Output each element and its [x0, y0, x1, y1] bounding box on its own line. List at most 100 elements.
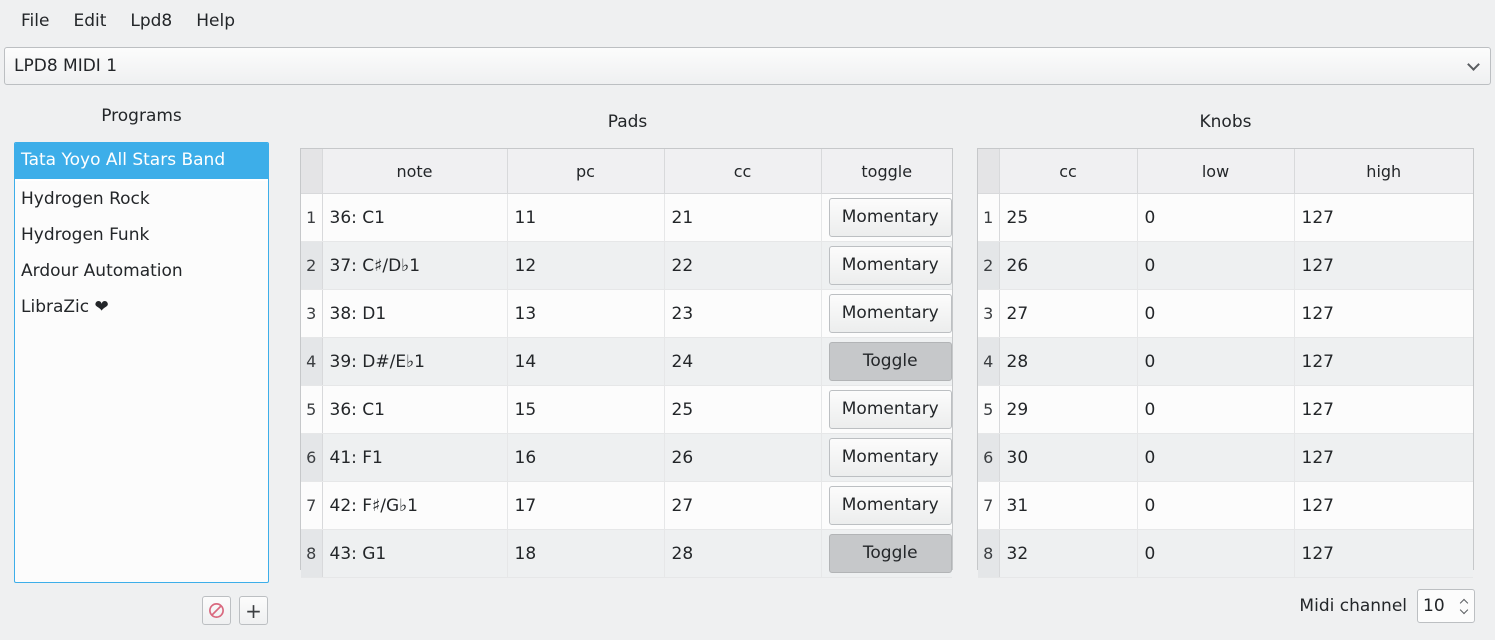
add-program-button[interactable]: + [239, 596, 268, 625]
list-item[interactable]: Tata Yoyo All Stars Band [15, 143, 268, 181]
pad-pc-cell[interactable]: 14 [507, 337, 665, 386]
pad-toggle-button[interactable]: Momentary [828, 390, 952, 429]
table-row[interactable]: 6 30 0 127 [978, 433, 1473, 482]
menu-item-file[interactable]: File [10, 8, 60, 34]
knob-cc-cell[interactable]: 32 [999, 529, 1138, 578]
table-row[interactable]: 3 38: D1 13 23 Momentary [301, 289, 952, 338]
table-row[interactable]: 2 26 0 127 [978, 241, 1473, 290]
pad-cc-cell[interactable]: 28 [664, 529, 822, 578]
knob-high-cell[interactable]: 127 [1294, 337, 1473, 386]
knob-high-cell[interactable]: 127 [1294, 433, 1473, 482]
pad-note-cell[interactable]: 43: G1 [322, 529, 508, 578]
pad-cc-cell[interactable]: 27 [664, 481, 822, 530]
knobs-col-high[interactable]: high [1294, 149, 1473, 194]
pad-note-cell[interactable]: 36: C1 [322, 193, 508, 242]
pad-toggle-button[interactable]: Toggle [828, 342, 952, 381]
knobs-title: Knobs [1199, 112, 1252, 132]
pad-pc-cell[interactable]: 16 [507, 433, 665, 482]
menu-bar: File Edit Lpd8 Help [0, 0, 1495, 42]
knob-cc-cell[interactable]: 31 [999, 481, 1138, 530]
pad-toggle-button[interactable]: Momentary [828, 246, 952, 285]
pad-cc-cell[interactable]: 22 [664, 241, 822, 290]
knob-low-cell[interactable]: 0 [1137, 337, 1295, 386]
knob-low-cell[interactable]: 0 [1137, 529, 1295, 578]
pad-toggle-button[interactable]: Momentary [828, 438, 952, 477]
pads-col-toggle[interactable]: toggle [821, 149, 952, 194]
table-row[interactable]: 7 31 0 127 [978, 481, 1473, 530]
delete-program-button[interactable] [202, 596, 231, 625]
list-item[interactable]: Ardour Automation [15, 253, 268, 289]
table-row[interactable]: 6 41: F1 16 26 Momentary [301, 433, 952, 482]
knob-high-cell[interactable]: 127 [1294, 529, 1473, 578]
knob-cc-cell[interactable]: 28 [999, 337, 1138, 386]
knob-low-cell[interactable]: 0 [1137, 193, 1295, 242]
table-row[interactable]: 5 29 0 127 [978, 385, 1473, 434]
knob-high-cell[interactable]: 127 [1294, 241, 1473, 290]
midi-channel-spinbox[interactable]: 10 [1417, 589, 1475, 623]
knobs-col-cc[interactable]: cc [999, 149, 1138, 194]
table-row[interactable]: 7 42: F♯/G♭1 17 27 Momentary [301, 481, 952, 530]
knobs-col-low[interactable]: low [1137, 149, 1295, 194]
spinner-arrows[interactable] [1460, 600, 1469, 612]
table-row[interactable]: 8 43: G1 18 28 Toggle [301, 529, 952, 578]
table-row[interactable]: 1 25 0 127 [978, 193, 1473, 242]
pad-toggle-button[interactable]: Momentary [828, 198, 952, 237]
pad-cc-cell[interactable]: 21 [664, 193, 822, 242]
pad-note-cell[interactable]: 38: D1 [322, 289, 508, 338]
pad-pc-cell[interactable]: 18 [507, 529, 665, 578]
pad-note-cell[interactable]: 37: C♯/D♭1 [322, 241, 508, 290]
list-item[interactable]: Hydrogen Funk [15, 217, 268, 253]
device-combobox[interactable]: LPD8 MIDI 1 [4, 47, 1491, 85]
pad-cc-cell[interactable]: 24 [664, 337, 822, 386]
pad-note-cell[interactable]: 39: D#/E♭1 [322, 337, 508, 386]
knob-cc-cell[interactable]: 25 [999, 193, 1138, 242]
pad-cc-cell[interactable]: 25 [664, 385, 822, 434]
table-row[interactable]: 3 27 0 127 [978, 289, 1473, 338]
knob-high-cell[interactable]: 127 [1294, 289, 1473, 338]
pad-cc-cell[interactable]: 23 [664, 289, 822, 338]
knob-high-cell[interactable]: 127 [1294, 385, 1473, 434]
pad-note-cell[interactable]: 36: C1 [322, 385, 508, 434]
pads-col-note[interactable]: note [322, 149, 508, 194]
list-item[interactable]: LibraZic ❤ [15, 289, 268, 325]
knob-high-cell[interactable]: 127 [1294, 481, 1473, 530]
table-row[interactable]: 1 36: C1 11 21 Momentary [301, 193, 952, 242]
pad-pc-cell[interactable]: 13 [507, 289, 665, 338]
pad-pc-cell[interactable]: 11 [507, 193, 665, 242]
pad-toggle-button[interactable]: Momentary [828, 486, 952, 525]
pad-pc-cell[interactable]: 17 [507, 481, 665, 530]
pads-col-pc[interactable]: pc [507, 149, 665, 194]
chevron-down-icon[interactable] [1460, 607, 1469, 612]
menu-item-lpd8[interactable]: Lpd8 [119, 8, 183, 34]
menu-item-edit[interactable]: Edit [62, 8, 117, 34]
knob-low-cell[interactable]: 0 [1137, 241, 1295, 290]
knob-low-cell[interactable]: 0 [1137, 433, 1295, 482]
table-row[interactable]: 8 32 0 127 [978, 529, 1473, 578]
pad-note-cell[interactable]: 42: F♯/G♭1 [322, 481, 508, 530]
knob-low-cell[interactable]: 0 [1137, 385, 1295, 434]
table-row[interactable]: 5 36: C1 15 25 Momentary [301, 385, 952, 434]
programs-list[interactable]: Tata Yoyo All Stars Band Hydrogen Rock H… [14, 142, 269, 583]
pad-pc-cell[interactable]: 12 [507, 241, 665, 290]
knob-cc-cell[interactable]: 27 [999, 289, 1138, 338]
pads-col-cc[interactable]: cc [664, 149, 822, 194]
pad-note-cell[interactable]: 41: F1 [322, 433, 508, 482]
list-item[interactable]: Hydrogen Rock [15, 181, 268, 217]
pad-toggle-button[interactable]: Momentary [828, 294, 952, 333]
pad-cc-cell[interactable]: 26 [664, 433, 822, 482]
knob-cc-cell[interactable]: 26 [999, 241, 1138, 290]
knob-low-cell[interactable]: 0 [1137, 481, 1295, 530]
table-row[interactable]: 2 37: C♯/D♭1 12 22 Momentary [301, 241, 952, 290]
chevron-up-icon[interactable] [1460, 600, 1469, 605]
row-index: 6 [978, 433, 1000, 482]
pad-toggle-button[interactable]: Toggle [828, 534, 952, 573]
knob-cc-cell[interactable]: 29 [999, 385, 1138, 434]
table-row[interactable]: 4 28 0 127 [978, 337, 1473, 386]
table-row[interactable]: 4 39: D#/E♭1 14 24 Toggle [301, 337, 952, 386]
pad-pc-cell[interactable]: 15 [507, 385, 665, 434]
pad-toggle-cell: Toggle [821, 529, 952, 578]
menu-item-help[interactable]: Help [185, 8, 246, 34]
knob-cc-cell[interactable]: 30 [999, 433, 1138, 482]
knob-low-cell[interactable]: 0 [1137, 289, 1295, 338]
knob-high-cell[interactable]: 127 [1294, 193, 1473, 242]
